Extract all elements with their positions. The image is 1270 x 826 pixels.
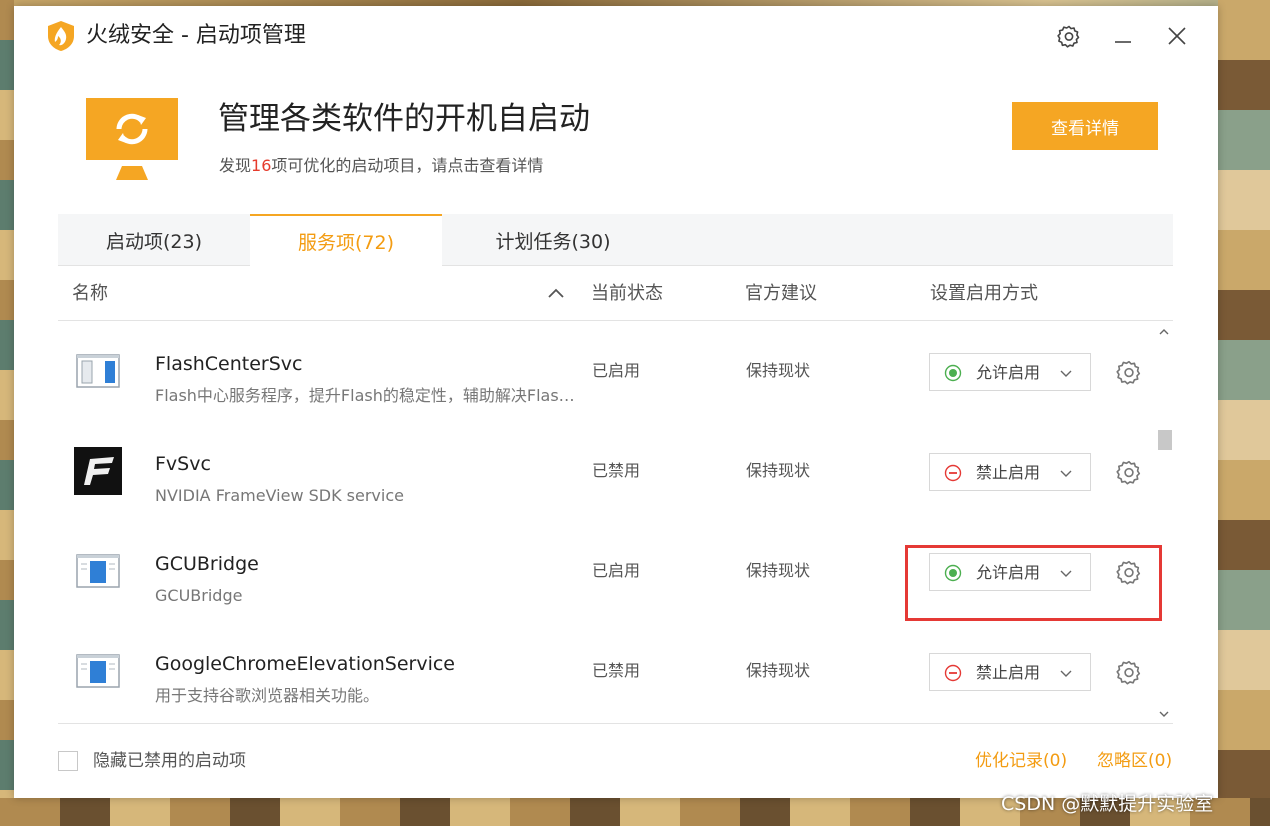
column-header-name[interactable]: 名称: [72, 268, 108, 320]
column-header-mode: 设置启用方式: [930, 283, 1038, 304]
startup-mode-value: 禁止启用: [976, 463, 1041, 482]
official-advice: 保持现状: [746, 561, 811, 580]
startup-manager-window: 火绒安全 - 启动项管理 管理各类软件的开机自启动 发现16项可优化的启动项目，…: [14, 6, 1218, 798]
footer-divider: [58, 723, 1173, 724]
chevron-down-icon: [1060, 670, 1072, 677]
service-description: GCUBridge: [155, 586, 243, 605]
desktop-background-right: [1218, 0, 1270, 826]
title-bar: 火绒安全 - 启动项管理: [14, 6, 1218, 66]
column-header-state: 当前状态: [591, 283, 663, 304]
deny-status-icon: [944, 464, 962, 482]
window-app-icon: [76, 654, 120, 688]
table-row: GoogleChromeElevationService 用于支持谷歌浏览器相关…: [58, 621, 1158, 721]
startup-mode-dropdown[interactable]: 允许启用: [929, 353, 1091, 391]
hide-disabled-checkbox[interactable]: [58, 751, 78, 771]
window-settings-button[interactable]: [1052, 20, 1086, 52]
gear-icon[interactable]: [1116, 359, 1142, 385]
gear-icon[interactable]: [1116, 459, 1142, 485]
optimize-record-link[interactable]: 优化记录(0): [975, 749, 1067, 773]
monitor-refresh-icon: [86, 98, 178, 180]
current-state: 已禁用: [592, 461, 641, 480]
scrollbar-thumb[interactable]: [1158, 430, 1172, 450]
startup-mode-dropdown[interactable]: 禁止启用: [929, 653, 1091, 691]
csdn-watermark: CSDN @默默提升实验室: [1001, 793, 1214, 815]
startup-mode-value: 允许启用: [976, 363, 1041, 382]
tab-scheduled-tasks[interactable]: 计划任务(30): [442, 214, 664, 266]
official-advice: 保持现状: [746, 461, 811, 480]
service-description: 用于支持谷歌浏览器相关功能。: [155, 686, 380, 705]
sort-ascending-icon[interactable]: [544, 281, 568, 305]
service-description: Flash中心服务程序，提升Flash的稳定性，辅助解决Flash问题: [155, 386, 575, 405]
current-state: 已启用: [592, 561, 641, 580]
chevron-down-icon: [1060, 370, 1072, 377]
gear-icon: [1057, 25, 1080, 48]
table-row: FlashCenterSvc Flash中心服务程序，提升Flash的稳定性，辅…: [58, 321, 1158, 421]
minimize-icon: [1115, 41, 1131, 43]
service-name: GCUBridge: [155, 553, 259, 575]
highlight-annotation: [905, 545, 1162, 621]
scroll-up-icon[interactable]: [1156, 324, 1172, 340]
table-row: FvSvc NVIDIA FrameView SDK service 已禁用 保…: [58, 421, 1158, 521]
allow-status-icon: [944, 364, 962, 382]
hero-subtitle: 发现16项可优化的启动项目，请点击查看详情: [219, 156, 544, 175]
optimizable-count: 16: [251, 156, 272, 175]
window-app-icon: [76, 554, 120, 588]
hero-title: 管理各类软件的开机自启动: [218, 101, 590, 137]
gear-icon[interactable]: [1116, 659, 1142, 685]
close-button[interactable]: [1160, 20, 1194, 52]
service-description: NVIDIA FrameView SDK service: [155, 486, 404, 505]
deny-status-icon: [944, 664, 962, 682]
close-icon: [1168, 27, 1186, 45]
official-advice: 保持现状: [746, 661, 811, 680]
tab-service-items[interactable]: 服务项(72): [250, 214, 442, 267]
service-list: FlashCenterSvc Flash中心服务程序，提升Flash的稳定性，辅…: [58, 321, 1173, 723]
window-app-icon: [76, 354, 120, 388]
hide-disabled-label[interactable]: 隐藏已禁用的启动项: [93, 749, 246, 773]
view-details-button[interactable]: 查看详情: [1012, 102, 1158, 150]
huorong-flame-logo-icon: [48, 21, 74, 51]
startup-mode-dropdown[interactable]: 禁止启用: [929, 453, 1091, 491]
tab-bar: 启动项(23) 服务项(72) 计划任务(30): [58, 214, 1173, 267]
frameview-icon: [74, 447, 122, 495]
tab-startup-items[interactable]: 启动项(23): [58, 214, 250, 266]
column-header-advice: 官方建议: [745, 283, 817, 304]
window-title: 火绒安全 - 启动项管理: [86, 23, 306, 48]
service-name: FvSvc: [155, 453, 211, 475]
current-state: 已启用: [592, 361, 641, 380]
desktop-background-left: [0, 0, 14, 826]
minimize-button[interactable]: [1106, 20, 1140, 52]
ignore-zone-link[interactable]: 忽略区(0): [1097, 749, 1172, 773]
scroll-down-icon[interactable]: [1156, 706, 1172, 722]
official-advice: 保持现状: [746, 361, 811, 380]
service-name: GoogleChromeElevationService: [155, 653, 456, 675]
service-name: FlashCenterSvc: [155, 353, 303, 375]
chevron-down-icon: [1060, 470, 1072, 477]
current-state: 已禁用: [592, 661, 641, 680]
startup-mode-value: 禁止启用: [976, 663, 1041, 682]
